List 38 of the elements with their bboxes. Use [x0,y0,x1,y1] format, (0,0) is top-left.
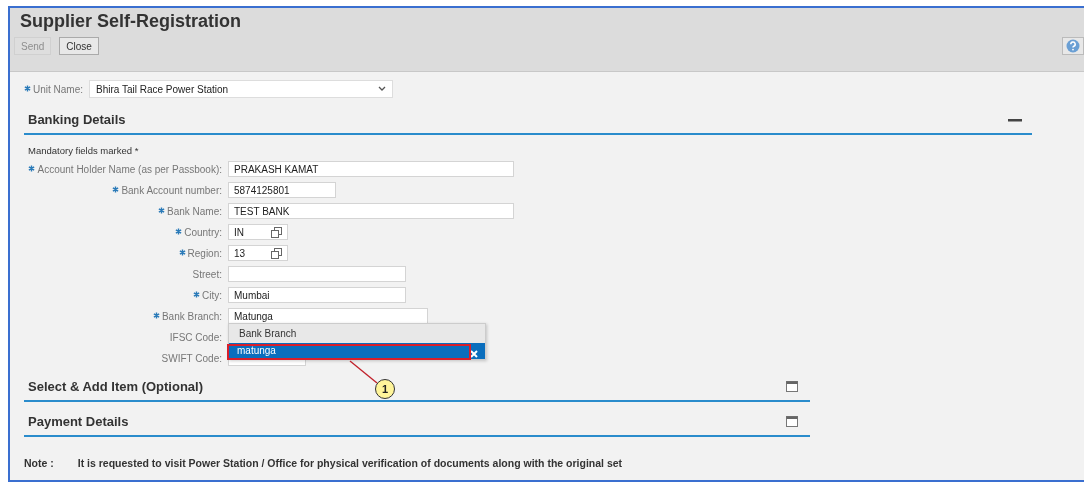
field-label: SWIFT Code: [161,352,222,364]
input-field[interactable]: 5874125801 [228,182,336,198]
field-label: Bank Branch: [161,310,222,322]
input-field[interactable]: PRAKASH KAMAT [228,161,514,177]
input-field[interactable] [228,266,406,282]
lookup-field[interactable]: 13 [228,245,288,261]
mandatory-note: Mandatory fields marked * [28,145,140,156]
field-label: Street: [192,268,222,280]
expand-icon[interactable] [786,381,798,392]
lookup-field[interactable]: IN [228,224,288,240]
field-label: IFSC Code: [169,331,222,343]
unit-name-dropdown[interactable]: Bhira Tail Race Power Station [89,80,393,98]
value-help-icon [271,226,282,238]
close-icon[interactable] [469,349,479,359]
input-field[interactable]: Matunga [228,308,428,324]
toolbar-button[interactable]: Close [59,37,99,55]
section-title: Banking Details [28,112,126,127]
field-label: Bank Name: [166,205,222,217]
section-title: Payment Details [28,414,129,429]
field-label: Unit Name: [33,83,83,95]
collapse-icon[interactable] [1008,117,1022,122]
step-marker: 1 [375,379,395,399]
field-label: City: [202,289,222,301]
value-help-icon [271,247,282,259]
section-title: Select & Add Item (Optional) [28,379,204,394]
expand-icon[interactable] [786,416,798,427]
field-label: Country: [184,226,222,238]
window-title: Supplier Self-Registration [20,11,243,32]
input-field[interactable]: Mumbai [228,287,406,303]
input-field[interactable]: TEST BANK [228,203,514,219]
column-header: Bank Branch [238,327,298,341]
chevron-down-icon [378,86,386,92]
field-label: Region: [187,247,222,259]
leader-line [349,360,379,384]
field-label: Account Holder Name (as per Passbook): [37,163,222,175]
note-text: It is requested to visit Power Station / Office for physical verification of documents along with the original set [77,457,623,469]
field-label: Bank Account number: [121,184,222,196]
note-label: Note : [24,457,54,469]
